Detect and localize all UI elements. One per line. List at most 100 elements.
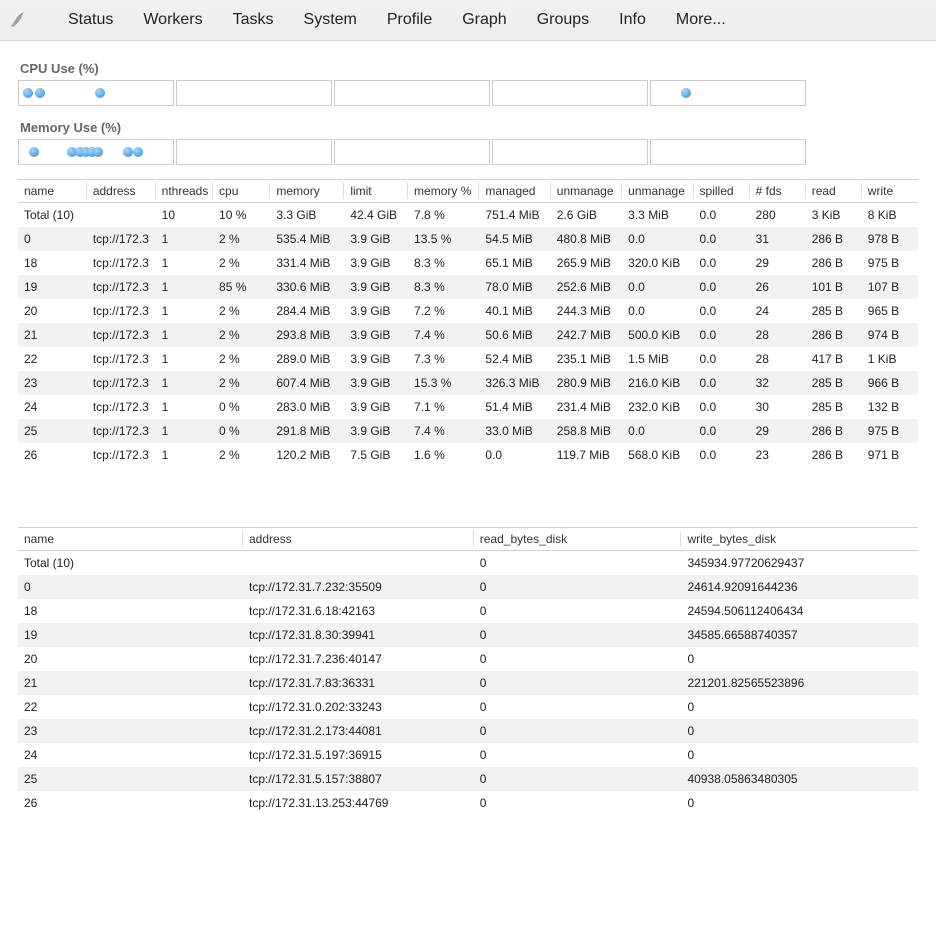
table-cell: 0.0 xyxy=(622,275,693,299)
chart-cell xyxy=(492,80,648,106)
table-cell: 265.9 MiB xyxy=(551,251,622,275)
column-header[interactable]: name xyxy=(18,179,87,203)
table-row[interactable]: 23tcp://172.312 %607.4 MiB3.9 GiB15.3 %3… xyxy=(18,371,918,395)
table-cell: 1.6 % xyxy=(408,443,479,467)
column-header[interactable]: unmanage xyxy=(622,179,693,203)
table-row[interactable]: 22tcp://172.312 %289.0 MiB3.9 GiB7.3 %52… xyxy=(18,347,918,371)
table-cell: 535.4 MiB xyxy=(270,227,344,251)
table-cell: 1 xyxy=(156,275,213,299)
table-cell: 0 % xyxy=(213,395,270,419)
table-cell: 28 xyxy=(750,347,806,371)
table-row[interactable]: 20tcp://172.31.7.236:4014700 xyxy=(18,647,918,671)
column-header[interactable]: # fds xyxy=(750,179,806,203)
table-cell: 30 xyxy=(750,395,806,419)
table-row[interactable]: 25tcp://172.310 %291.8 MiB3.9 GiB7.4 %33… xyxy=(18,419,918,443)
table-row[interactable]: 24tcp://172.310 %283.0 MiB3.9 GiB7.1 %51… xyxy=(18,395,918,419)
table-cell: 7.5 GiB xyxy=(344,443,408,467)
table-row[interactable]: 21tcp://172.312 %293.8 MiB3.9 GiB7.4 %50… xyxy=(18,323,918,347)
column-header[interactable]: memory xyxy=(270,179,344,203)
table-row[interactable]: 19tcp://172.31.8.30:39941034585.66588740… xyxy=(18,623,918,647)
table-cell: 500.0 KiB xyxy=(622,323,693,347)
nav-graph[interactable]: Graph xyxy=(462,11,506,29)
table-cell: 1 xyxy=(156,227,213,251)
nav-profile[interactable]: Profile xyxy=(387,11,432,29)
table-row[interactable]: 24tcp://172.31.5.197:3691500 xyxy=(18,743,918,767)
table-cell: 3.9 GiB xyxy=(344,395,408,419)
table-cell: 0 xyxy=(474,623,682,647)
chart-dot-icon xyxy=(23,88,33,98)
table-row[interactable]: 18tcp://172.312 %331.4 MiB3.9 GiB8.3 %65… xyxy=(18,251,918,275)
table-row[interactable]: 26tcp://172.312 %120.2 MiB7.5 GiB1.6 %0.… xyxy=(18,443,918,467)
table-cell: 320.0 KiB xyxy=(622,251,693,275)
table-cell: 2 % xyxy=(213,299,270,323)
column-header[interactable]: cpu xyxy=(213,179,270,203)
column-header[interactable]: managed xyxy=(479,179,550,203)
table-cell: 0.0 xyxy=(694,203,750,227)
table-cell: 22 xyxy=(18,695,243,719)
nav-groups[interactable]: Groups xyxy=(537,11,589,29)
column-header[interactable]: spilled xyxy=(694,179,750,203)
table-cell: tcp://172.3 xyxy=(87,347,156,371)
table-cell: 25 xyxy=(18,419,87,443)
column-header[interactable]: write_bytes_disk xyxy=(681,527,918,551)
table-cell: 54.5 MiB xyxy=(479,227,550,251)
nav-more[interactable]: More... xyxy=(676,11,726,29)
table-cell: tcp://172.31.7.236:40147 xyxy=(243,647,474,671)
table-cell: 0 xyxy=(681,743,918,767)
table-cell: 0.0 xyxy=(479,443,550,467)
table-cell: 7.1 % xyxy=(408,395,479,419)
table-cell: 1 xyxy=(156,251,213,275)
table-row[interactable]: 18tcp://172.31.6.18:42163024594.50611240… xyxy=(18,599,918,623)
column-header[interactable]: nthreads xyxy=(156,179,213,203)
chart-cell xyxy=(176,139,332,165)
table-cell: 0.0 xyxy=(622,227,693,251)
table-cell: 7.4 % xyxy=(408,419,479,443)
table-row[interactable]: 0tcp://172.312 %535.4 MiB3.9 GiB13.5 %54… xyxy=(18,227,918,251)
table-cell: 1 xyxy=(156,299,213,323)
column-header[interactable]: address xyxy=(243,527,474,551)
table-cell: 24594.506112406434 xyxy=(681,599,918,623)
table-cell: 42.4 GiB xyxy=(344,203,408,227)
table-cell: 1 xyxy=(156,323,213,347)
table-row[interactable]: 0tcp://172.31.7.232:35509024614.92091644… xyxy=(18,575,918,599)
table-row[interactable]: 20tcp://172.312 %284.4 MiB3.9 GiB7.2 %40… xyxy=(18,299,918,323)
table-row[interactable]: 26tcp://172.31.13.253:4476900 xyxy=(18,791,918,815)
column-header[interactable]: limit xyxy=(344,179,408,203)
column-header[interactable]: address xyxy=(87,179,156,203)
table-cell: 3.9 GiB xyxy=(344,347,408,371)
column-header[interactable]: read_bytes_disk xyxy=(474,527,682,551)
table-cell: 107 B xyxy=(862,275,918,299)
column-header[interactable]: memory % xyxy=(408,179,479,203)
table-cell: 0.0 xyxy=(694,347,750,371)
nav-info[interactable]: Info xyxy=(619,11,646,29)
table-cell: 0.0 xyxy=(694,227,750,251)
table-cell: 331.4 MiB xyxy=(270,251,344,275)
table-cell: 85 % xyxy=(213,275,270,299)
nav-status[interactable]: Status xyxy=(68,11,113,29)
chart-cell xyxy=(334,80,490,106)
column-header[interactable]: read xyxy=(806,179,862,203)
table-row[interactable]: Total (10)0345934.97720629437 xyxy=(18,551,918,575)
nav-tasks[interactable]: Tasks xyxy=(233,11,274,29)
table-row[interactable]: Total (10)1010 %3.3 GiB42.4 GiB7.8 %751.… xyxy=(18,203,918,227)
nav-system[interactable]: System xyxy=(304,11,357,29)
table-row[interactable]: 25tcp://172.31.5.157:38807040938.0586348… xyxy=(18,767,918,791)
table-cell: tcp://172.3 xyxy=(87,443,156,467)
table-cell: 0 xyxy=(474,599,682,623)
table-cell: tcp://172.3 xyxy=(87,395,156,419)
table-row[interactable]: 22tcp://172.31.0.202:3324300 xyxy=(18,695,918,719)
table-cell: 258.8 MiB xyxy=(551,419,622,443)
table-cell: 966 B xyxy=(862,371,918,395)
column-header[interactable]: unmanage xyxy=(551,179,622,203)
nav-workers[interactable]: Workers xyxy=(143,11,202,29)
table-cell: 0 % xyxy=(213,419,270,443)
table-row[interactable]: 21tcp://172.31.7.83:363310221201.8256552… xyxy=(18,671,918,695)
table-cell: tcp://172.31.6.18:42163 xyxy=(243,599,474,623)
table-cell: 2.6 GiB xyxy=(551,203,622,227)
table-cell: 0 xyxy=(681,791,918,815)
table-row[interactable]: 23tcp://172.31.2.173:4408100 xyxy=(18,719,918,743)
column-header[interactable]: name xyxy=(18,527,243,551)
table-row[interactable]: 19tcp://172.3185 %330.6 MiB3.9 GiB8.3 %7… xyxy=(18,275,918,299)
table-cell: 2 % xyxy=(213,227,270,251)
column-header[interactable]: write xyxy=(862,179,918,203)
